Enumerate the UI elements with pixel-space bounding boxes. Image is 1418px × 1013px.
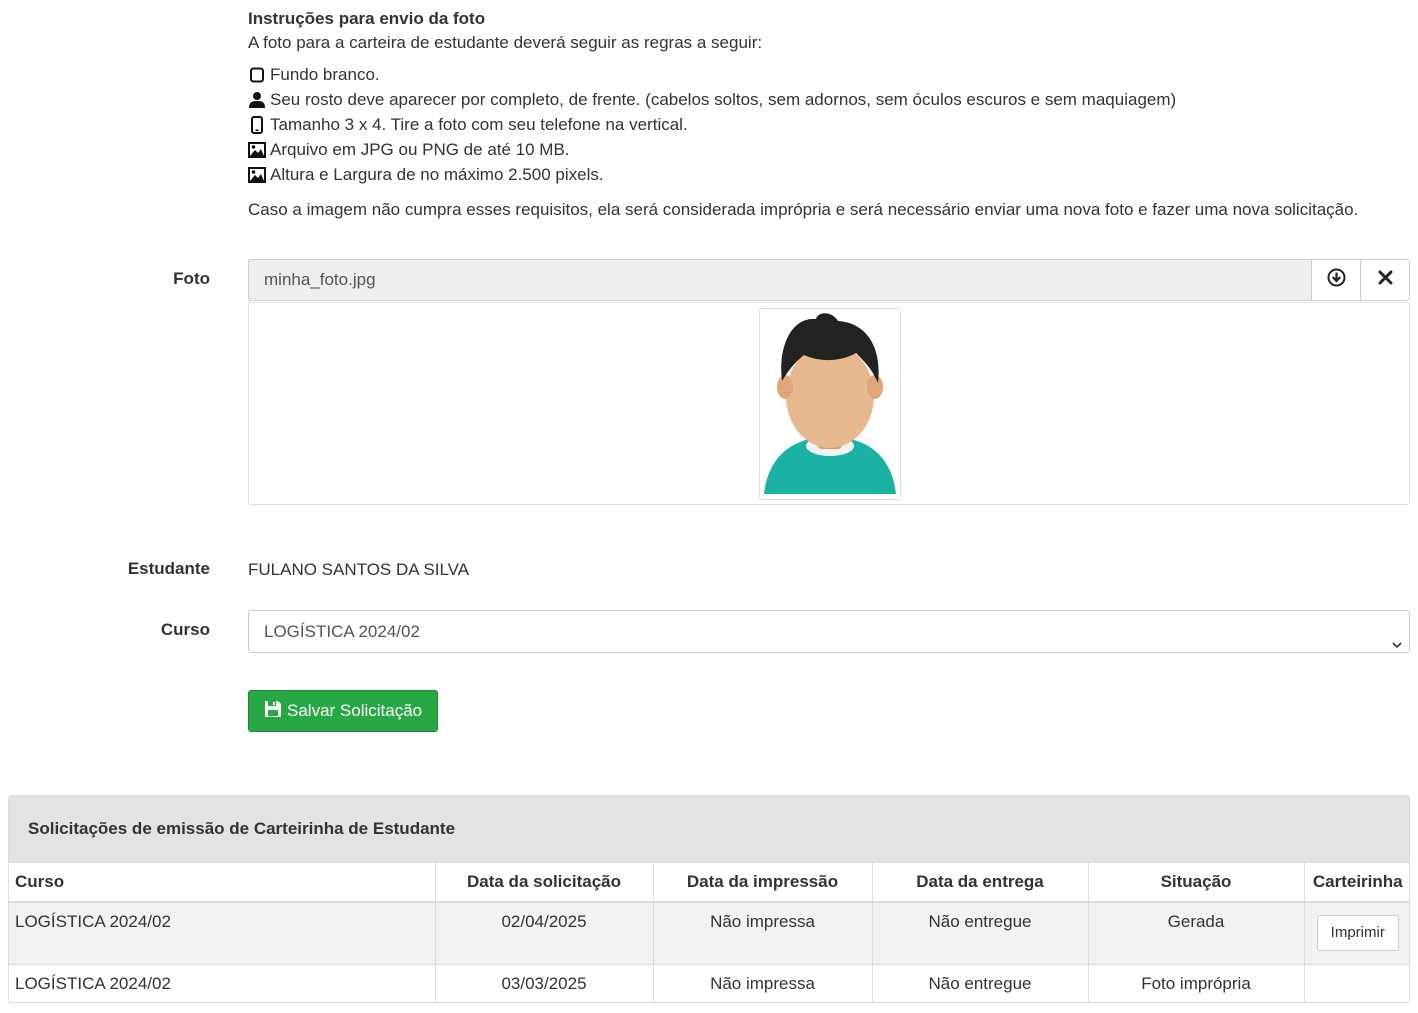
save-button-label: Salvar Solicitação (287, 701, 423, 720)
column-header-data-entrega: Data da entrega (872, 863, 1089, 903)
rule-item: Fundo branco. (248, 62, 1413, 87)
table-header-row: Curso Data da solicitação Data da impres… (9, 863, 1409, 903)
save-request-button[interactable]: Salvar Solicitação (248, 690, 439, 732)
photo-filename-field[interactable]: minha_foto.jpg (248, 259, 1312, 301)
table-row: LOGÍSTICA 2024/02 02/04/2025 Não impress… (9, 902, 1409, 965)
square-icon (248, 66, 266, 84)
column-header-data-impressao: Data da impressão (653, 863, 873, 903)
image-icon (248, 141, 266, 159)
cell-data-entrega: Não entregue (872, 902, 1089, 965)
cell-carteirinha (1304, 964, 1409, 1002)
cell-curso: LOGÍSTICA 2024/02 (9, 964, 436, 1002)
rule-item: Altura e Largura de no máximo 2.500 pixe… (248, 162, 1413, 187)
photo-file-input-group: minha_foto.jpg (248, 259, 1410, 301)
requests-table: Curso Data da solicitação Data da impres… (9, 863, 1409, 1002)
rule-item: Arquivo em JPG ou PNG de até 10 MB. (248, 137, 1413, 162)
instructions-note: Caso a imagem não cumpra esses requisito… (248, 200, 1359, 219)
photo-instructions: Instruções para envio da foto A foto par… (248, 8, 1413, 221)
rule-item: Seu rosto deve aparecer por completo, de… (248, 87, 1413, 112)
instructions-title: Instruções para envio da foto (248, 9, 486, 28)
course-label: Curso (160, 620, 210, 639)
close-icon (1378, 270, 1393, 290)
instructions-intro: A foto para a carteira de estudante deve… (248, 33, 763, 52)
cell-curso: LOGÍSTICA 2024/02 (9, 902, 436, 965)
photo-label: Foto (173, 269, 210, 288)
floppy-disk-icon (264, 700, 287, 723)
photo-preview-panel (248, 302, 1410, 505)
requests-panel-title: Solicitações de emissão de Carteirinha d… (9, 796, 1409, 863)
download-button[interactable] (1312, 259, 1361, 301)
image-icon (248, 166, 266, 184)
cell-data-solicitacao: 03/03/2025 (435, 964, 654, 1002)
requests-panel: Solicitações de emissão de Carteirinha d… (8, 795, 1410, 1003)
rule-item: Tamanho 3 x 4. Tire a foto com seu telef… (248, 112, 1413, 137)
course-select[interactable]: LOGÍSTICA 2024/02 (248, 610, 1410, 653)
cell-carteirinha: Imprimir (1304, 902, 1409, 965)
user-icon (248, 91, 266, 109)
column-header-carteirinha: Carteirinha (1304, 863, 1409, 903)
course-selected-value: LOGÍSTICA 2024/02 (264, 622, 420, 641)
student-label: Estudante (127, 559, 210, 578)
download-circle-icon (1327, 268, 1346, 292)
print-button[interactable]: Imprimir (1316, 915, 1399, 951)
photo-thumbnail (759, 308, 901, 500)
cell-data-impressao: Não impressa (653, 964, 873, 1002)
avatar (764, 313, 896, 494)
cell-situacao: Foto imprópria (1088, 964, 1305, 1002)
remove-photo-button[interactable] (1361, 259, 1410, 301)
cell-situacao: Gerada (1088, 902, 1305, 965)
table-row: LOGÍSTICA 2024/02 03/03/2025 Não impress… (9, 964, 1409, 1002)
mobile-phone-icon (248, 115, 266, 134)
column-header-situacao: Situação (1088, 863, 1305, 903)
chevron-down-icon (1391, 625, 1403, 666)
column-header-data-solicitacao: Data da solicitação (435, 863, 654, 903)
cell-data-impressao: Não impressa (653, 902, 873, 965)
cell-data-entrega: Não entregue (872, 964, 1089, 1002)
cell-data-solicitacao: 02/04/2025 (435, 902, 654, 965)
column-header-curso: Curso (9, 863, 436, 903)
student-name: FULANO SANTOS DA SILVA (248, 560, 470, 579)
